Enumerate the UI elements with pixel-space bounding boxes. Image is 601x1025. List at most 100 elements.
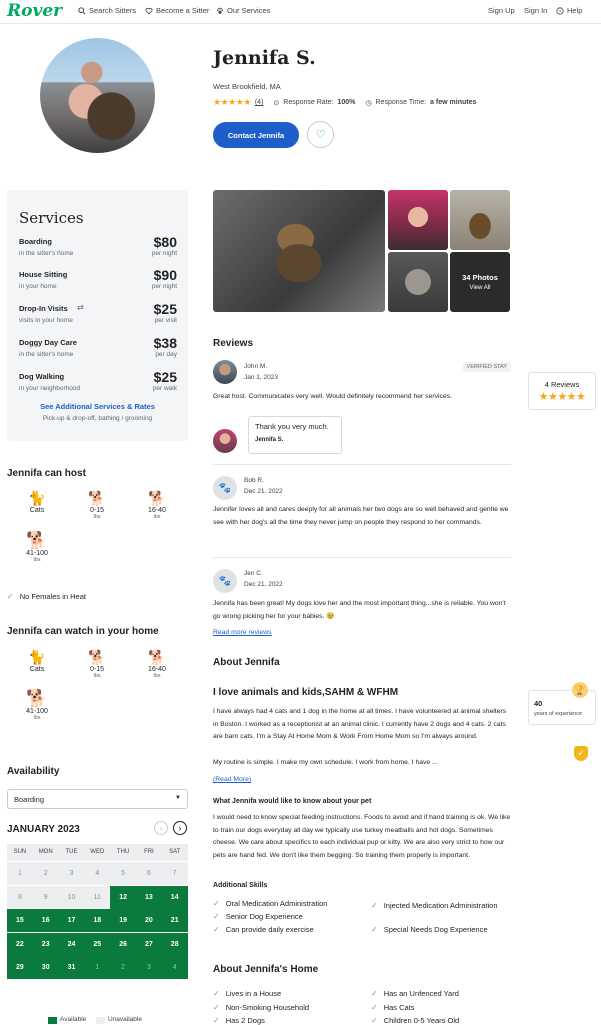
watch-small-dogs: 🐕 0-15 lbs	[82, 650, 112, 679]
check-icon: ✓	[213, 1003, 220, 1012]
calendar-day[interactable]: 1	[84, 956, 111, 979]
calendar-day[interactable]: 16	[32, 909, 59, 932]
nav-sign-up[interactable]: Sign Up	[488, 6, 515, 15]
review-3: 🐾 Jen C. Dec 21, 2022 Jennifa has been g…	[213, 567, 511, 627]
reply-author: Jennifa S.	[255, 437, 284, 443]
calendar-day[interactable]: 5	[110, 862, 136, 885]
nav-search-sitters[interactable]: Search Sitters	[78, 6, 136, 15]
host-large-dogs: 🐕 41-100 lbs	[22, 532, 52, 563]
view-all-photos[interactable]: 34 Photos View All	[450, 252, 510, 312]
calendar-day[interactable]: 28	[161, 932, 188, 956]
photo-main[interactable]	[213, 190, 385, 312]
calendar-day[interactable]: 14	[161, 885, 188, 909]
legend-available-swatch	[48, 1017, 57, 1024]
calendar-day[interactable]: 18	[84, 909, 111, 932]
calendar-day[interactable]: 20	[136, 909, 162, 932]
read-more-reviews-link[interactable]: Read more reviews	[213, 629, 272, 636]
calendar-day[interactable]: 1	[7, 862, 33, 885]
chevron-down-icon: ▼	[175, 795, 181, 801]
response-rate-icon: ⊙	[273, 99, 280, 107]
medium-dog-icon: 🐕	[148, 649, 166, 665]
shield-check-icon: ✓	[574, 746, 588, 761]
rover-logo[interactable]: Rover	[7, 1, 62, 21]
photo-thumb-3[interactable]	[388, 252, 448, 312]
skill-item: ✓ Injected Medication Administration	[371, 901, 498, 910]
reply-text: Thank you very much.	[255, 422, 329, 431]
calendar-weekday: WED	[84, 844, 111, 861]
review-1: John M. Jan 1, 2023 VERIFIED STAY Great …	[213, 360, 511, 455]
calendar-day[interactable]: 15	[7, 909, 33, 932]
additional-services-text: Pick-up & drop-off, bathing / grooming	[42, 415, 153, 422]
check-icon: ✓	[213, 925, 220, 934]
calendar-day[interactable]: 25	[84, 932, 111, 956]
calendar-day[interactable]: 6	[136, 862, 162, 885]
calendar-day[interactable]: 27	[136, 932, 162, 956]
nav-help[interactable]: ? Help	[556, 6, 582, 15]
service-dog-walking: Dog Walking in your neighborhood $25 per w…	[19, 369, 177, 392]
host-medium-dogs: 🐕 16-40 lbs	[142, 491, 172, 520]
calendar-day[interactable]: 7	[161, 862, 188, 885]
review-2: 🐾 Bob R. Dec 21, 2022 Jennifer loves all…	[213, 474, 511, 549]
help-icon: ?	[556, 6, 564, 14]
calendar-day[interactable]: 8	[7, 885, 33, 909]
calendar-weekday: SUN	[7, 844, 33, 861]
calendar-day[interactable]: 29	[7, 956, 33, 979]
services-title: Services	[19, 209, 84, 227]
calendar-day[interactable]: 21	[161, 909, 188, 932]
can-host-title: Jennifa can host	[7, 468, 86, 479]
calendar-day[interactable]: 19	[110, 909, 136, 932]
service-select[interactable]: Boarding ▼	[7, 789, 188, 809]
review-count-link[interactable]: (4)	[255, 99, 264, 106]
calendar-day[interactable]: 30	[32, 956, 59, 979]
skill-item: ✓ Senior Dog Experience	[213, 912, 303, 921]
calendar-day[interactable]: 22	[7, 932, 33, 956]
paw-avatar-icon: 🐾	[213, 569, 237, 593]
calendar-day[interactable]: 3	[136, 956, 162, 979]
view-all-label: View All	[469, 285, 491, 291]
home-item: ✓ Lives in a House	[213, 989, 282, 998]
small-dog-icon: 🐕	[88, 649, 106, 665]
sitter-name: Jennifa S.	[213, 47, 316, 69]
calendar-day[interactable]: 26	[110, 932, 136, 956]
prev-month-button[interactable]: ‹	[154, 821, 168, 835]
experience-years: 40	[534, 699, 543, 708]
calendar-day[interactable]: 12	[110, 885, 136, 909]
about-paragraph-2: My routine is simple. I make my own sche…	[213, 759, 438, 766]
calendar-day[interactable]: 13	[136, 885, 162, 909]
large-dog-icon: 🐕	[26, 689, 48, 708]
calendar-day[interactable]: 4	[84, 862, 111, 885]
reviews-title: Reviews	[213, 338, 254, 349]
availability-title: Availability	[7, 766, 60, 777]
reviewer-name: Jen C.	[244, 570, 263, 577]
top-nav: Rover Search Sitters Become a Sitter Our…	[0, 0, 601, 24]
calendar-day[interactable]: 2	[110, 956, 136, 979]
trophy-icon: 🏆	[572, 682, 588, 698]
calendar-day[interactable]: 2	[32, 862, 59, 885]
can-watch-title: Jennifa can watch in your home	[7, 626, 159, 637]
next-month-button[interactable]: ›	[173, 821, 187, 835]
calendar-day[interactable]: 31	[58, 956, 85, 979]
calendar-day[interactable]: 11	[84, 885, 111, 909]
skill-item: ✓ Can provide daily exercise	[213, 925, 314, 934]
host-note: ✓ No Females in Heat	[7, 592, 86, 601]
calendar-day[interactable]: 4	[161, 956, 188, 979]
see-additional-services-link[interactable]: See Additional Services & Rates	[7, 402, 188, 411]
sitter-location: West Brookfield, MA	[213, 82, 281, 91]
contact-button[interactable]: Contact Jennifa	[213, 122, 299, 148]
response-time-value: a few minutes	[430, 99, 477, 106]
host-small-dogs: 🐕 0-15 lbs	[82, 491, 112, 520]
calendar-day[interactable]: 23	[32, 932, 59, 956]
calendar-day[interactable]: 3	[58, 862, 85, 885]
calendar-day[interactable]: 9	[32, 885, 59, 909]
calendar-day[interactable]: 17	[58, 909, 85, 932]
nav-become-sitter[interactable]: Become a Sitter	[145, 6, 209, 15]
photo-thumb-2[interactable]	[450, 190, 510, 250]
calendar-day[interactable]: 10	[58, 885, 85, 909]
about-read-more-link[interactable]: (Read More)	[213, 776, 251, 783]
photo-thumb-1[interactable]	[388, 190, 448, 250]
calendar-day[interactable]: 24	[58, 932, 85, 956]
favorite-button[interactable]: ♡	[307, 121, 334, 148]
check-icon: ✓	[213, 912, 220, 921]
nav-our-services[interactable]: Our Services	[216, 6, 270, 15]
nav-sign-in[interactable]: Sign In	[524, 6, 547, 15]
